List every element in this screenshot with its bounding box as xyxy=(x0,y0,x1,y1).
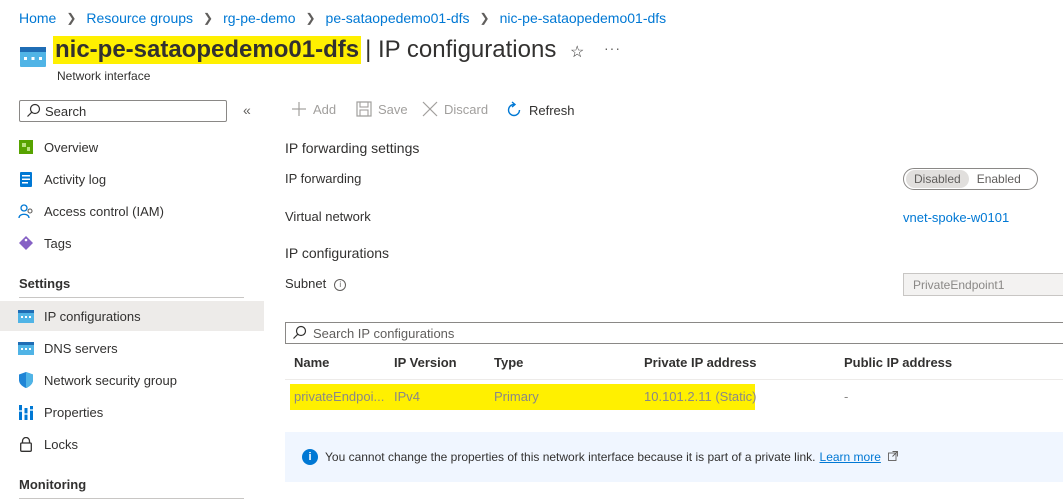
external-link-icon xyxy=(888,451,899,461)
sidebar-item-label: Activity log xyxy=(44,171,107,187)
sidebar-item-label: Tags xyxy=(44,235,72,251)
chevron-right-icon: ❯ xyxy=(66,11,77,25)
subnet-label: Subnet xyxy=(285,276,327,291)
plus-icon xyxy=(292,102,306,116)
refresh-icon xyxy=(507,101,521,117)
save-icon xyxy=(356,101,372,117)
lock-icon xyxy=(18,436,34,452)
column-header-ip-version[interactable]: IP Version xyxy=(394,355,457,370)
sidebar-search-placeholder: Search xyxy=(45,103,87,119)
column-header-name[interactable]: Name xyxy=(294,355,329,370)
ip-forwarding-label: IP forwarding xyxy=(285,171,362,186)
cell-ip-version: IPv4 xyxy=(394,389,421,404)
refresh-label: Refresh xyxy=(529,102,575,118)
sidebar-divider xyxy=(19,498,244,499)
info-icon[interactable]: i xyxy=(334,278,347,291)
breadcrumb-private-endpoint[interactable]: pe-sataopedemo01-dfs xyxy=(326,10,470,26)
sidebar-item-network-security-group[interactable]: Network security group xyxy=(0,365,264,395)
refresh-button[interactable]: Refresh xyxy=(505,101,575,119)
ip-configurations-heading: IP configurations xyxy=(285,245,390,261)
sidebar-item-tags[interactable]: Tags xyxy=(0,228,264,258)
discard-button[interactable]: Discard xyxy=(422,101,488,117)
resource-name: nic-pe-sataopedemo01-dfs xyxy=(53,36,362,64)
breadcrumb-home[interactable]: Home xyxy=(19,10,56,26)
star-icon[interactable]: ☆ xyxy=(570,42,584,62)
cell-name: privateEndpoi... xyxy=(294,389,385,404)
search-icon xyxy=(27,103,41,117)
column-header-private-ip[interactable]: Private IP address xyxy=(644,355,757,370)
save-label: Save xyxy=(378,101,408,117)
subnet-select[interactable]: PrivateEndpoint1 xyxy=(903,273,1063,296)
save-button[interactable]: Save xyxy=(356,101,408,117)
sidebar-item-ip-configurations[interactable]: IP configurations xyxy=(0,301,264,331)
sidebar-item-label: Access control (IAM) xyxy=(44,203,164,219)
search-icon xyxy=(293,325,307,339)
virtual-network-link[interactable]: vnet-spoke-w0101 xyxy=(903,210,1009,225)
network-interface-icon xyxy=(20,47,46,67)
discard-label: Discard xyxy=(444,101,489,117)
sidebar-item-activity-log[interactable]: Activity log xyxy=(0,164,264,194)
sidebar-item-overview[interactable]: Overview xyxy=(0,132,264,162)
breadcrumb-rg-pe-demo[interactable]: rg-pe-demo xyxy=(223,10,295,26)
column-header-type[interactable]: Type xyxy=(494,355,523,370)
virtual-network-label: Virtual network xyxy=(285,209,371,224)
subnet-label-row: Subnet i xyxy=(285,276,347,291)
chevron-right-icon: ❯ xyxy=(305,11,316,25)
chevron-right-icon: ❯ xyxy=(479,11,490,25)
cell-type: Primary xyxy=(494,389,539,404)
breadcrumb: Home ❯ Resource groups ❯ rg-pe-demo ❯ pe… xyxy=(19,10,666,26)
learn-more-link[interactable]: Learn more xyxy=(820,450,881,464)
tag-icon xyxy=(18,235,34,251)
sidebar-search-input[interactable]: Search xyxy=(19,100,227,122)
cell-private-ip: 10.101.2.11 (Static) xyxy=(644,389,757,404)
toggle-option-enabled[interactable]: Enabled xyxy=(969,170,1029,188)
toggle-option-disabled[interactable]: Disabled xyxy=(906,170,969,188)
sidebar-item-properties[interactable]: Properties xyxy=(0,397,264,427)
overview-icon xyxy=(18,139,34,155)
sidebar-item-label: Overview xyxy=(44,139,99,155)
sidebar-item-label: Properties xyxy=(44,404,104,420)
page-subtitle: Network interface xyxy=(57,69,151,83)
info-circle-icon: i xyxy=(302,449,318,465)
sidebar-section-monitoring: Monitoring xyxy=(19,477,87,492)
properties-icon xyxy=(18,404,34,420)
sidebar-divider xyxy=(19,297,244,298)
breadcrumb-nic[interactable]: nic-pe-sataopedemo01-dfs xyxy=(500,10,667,26)
cell-public-ip: - xyxy=(844,389,849,404)
add-label: Add xyxy=(313,101,337,117)
dns-servers-icon xyxy=(18,340,34,356)
info-banner: i You cannot change the properties of th… xyxy=(285,432,1063,482)
sidebar-item-label: DNS servers xyxy=(44,340,118,356)
iam-icon xyxy=(18,203,34,219)
table-divider xyxy=(285,379,1063,380)
banner-text: You cannot change the properties of this… xyxy=(325,450,816,464)
breadcrumb-resource-groups[interactable]: Resource groups xyxy=(86,10,193,26)
sidebar-item-dns-servers[interactable]: DNS servers xyxy=(0,333,264,363)
page-title: nic-pe-sataopedemo01-dfs | IP configurat… xyxy=(53,36,556,64)
ellipsis-icon[interactable]: ··· xyxy=(604,40,621,56)
add-button[interactable]: Add xyxy=(291,101,336,117)
ip-search-placeholder: Search IP configurations xyxy=(313,325,455,341)
sidebar-item-label: Locks xyxy=(44,436,78,452)
chevron-right-icon: ❯ xyxy=(203,11,214,25)
shield-icon xyxy=(18,372,34,388)
sidebar-item-locks[interactable]: Locks xyxy=(0,429,264,459)
sidebar-item-label: Network security group xyxy=(44,372,177,388)
activity-log-icon xyxy=(18,171,34,187)
sidebar-item-label: IP configurations xyxy=(44,308,141,324)
close-icon xyxy=(422,101,438,117)
ip-configurations-search-input[interactable]: Search IP configurations xyxy=(285,322,1063,344)
page-section-title: | IP configurations xyxy=(365,36,557,63)
ip-forwarding-toggle[interactable]: Disabled Enabled xyxy=(903,168,1038,190)
double-chevron-left-icon[interactable]: « xyxy=(243,102,251,118)
ip-forwarding-heading: IP forwarding settings xyxy=(285,140,420,156)
sidebar-section-settings: Settings xyxy=(19,276,71,291)
sidebar-item-access-control[interactable]: Access control (IAM) xyxy=(0,196,264,226)
column-header-public-ip[interactable]: Public IP address xyxy=(844,355,952,370)
ip-configurations-icon xyxy=(18,308,34,324)
